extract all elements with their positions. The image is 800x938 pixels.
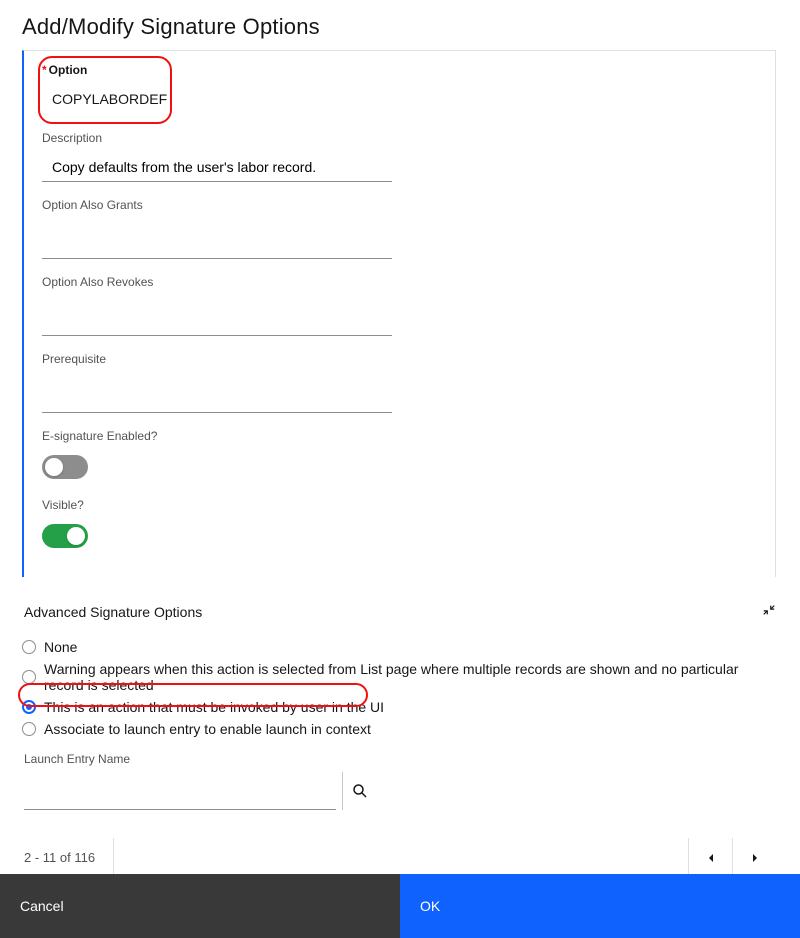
launch-entry-input[interactable]: [24, 773, 336, 810]
pagination-bar: 2 - 11 of 116: [0, 810, 800, 874]
dialog-header: Add/Modify Signature Options: [0, 0, 800, 48]
radio-row-associate-launch[interactable]: Associate to launch entry to enable laun…: [22, 718, 778, 740]
launch-entry-lookup-button[interactable]: [342, 772, 376, 810]
radio-label: Associate to launch entry to enable laun…: [44, 721, 371, 737]
radio-icon: [22, 700, 36, 714]
visible-toggle[interactable]: [42, 524, 88, 548]
advanced-section-title: Advanced Signature Options: [24, 604, 202, 620]
visible-label: Visible?: [42, 498, 757, 512]
option-label: Option: [42, 63, 757, 77]
prerequisite-label: Prerequisite: [42, 352, 757, 366]
radio-row-warning[interactable]: Warning appears when this action is sele…: [22, 658, 778, 696]
esignature-toggle[interactable]: [42, 455, 88, 479]
ok-button[interactable]: OK: [400, 874, 800, 938]
advanced-radio-group: None Warning appears when this action is…: [0, 630, 800, 740]
dialog-footer: Cancel OK: [0, 874, 800, 938]
prerequisite-input[interactable]: [42, 384, 392, 413]
grants-input[interactable]: [42, 230, 392, 259]
dialog-title: Add/Modify Signature Options: [22, 14, 778, 40]
option-value[interactable]: COPYLABORDEF: [42, 83, 757, 109]
radio-label: This is an action that must be invoked b…: [44, 699, 384, 715]
main-form-section: Option COPYLABORDEF Description Option A…: [22, 50, 776, 577]
search-icon: [352, 783, 368, 799]
radio-row-none[interactable]: None: [22, 636, 778, 658]
collapse-icon[interactable]: [762, 603, 776, 620]
caret-left-icon: [706, 853, 716, 863]
launch-entry-label: Launch Entry Name: [0, 740, 800, 772]
pagination-next-button[interactable]: [732, 838, 776, 874]
description-label: Description: [42, 131, 757, 145]
pagination-prev-button[interactable]: [688, 838, 732, 874]
radio-label: Warning appears when this action is sele…: [44, 661, 778, 693]
caret-right-icon: [750, 853, 760, 863]
description-input[interactable]: [42, 153, 392, 182]
pagination-range-text: 2 - 11 of 116: [24, 838, 114, 874]
radio-label: None: [44, 639, 77, 655]
radio-icon: [22, 722, 36, 736]
cancel-button[interactable]: Cancel: [0, 874, 400, 938]
revokes-input[interactable]: [42, 307, 392, 336]
grants-label: Option Also Grants: [42, 198, 757, 212]
radio-icon: [22, 640, 36, 654]
esignature-label: E-signature Enabled?: [42, 429, 757, 443]
revokes-label: Option Also Revokes: [42, 275, 757, 289]
radio-icon: [22, 670, 36, 684]
radio-row-invoked-by-user[interactable]: This is an action that must be invoked b…: [22, 696, 778, 718]
